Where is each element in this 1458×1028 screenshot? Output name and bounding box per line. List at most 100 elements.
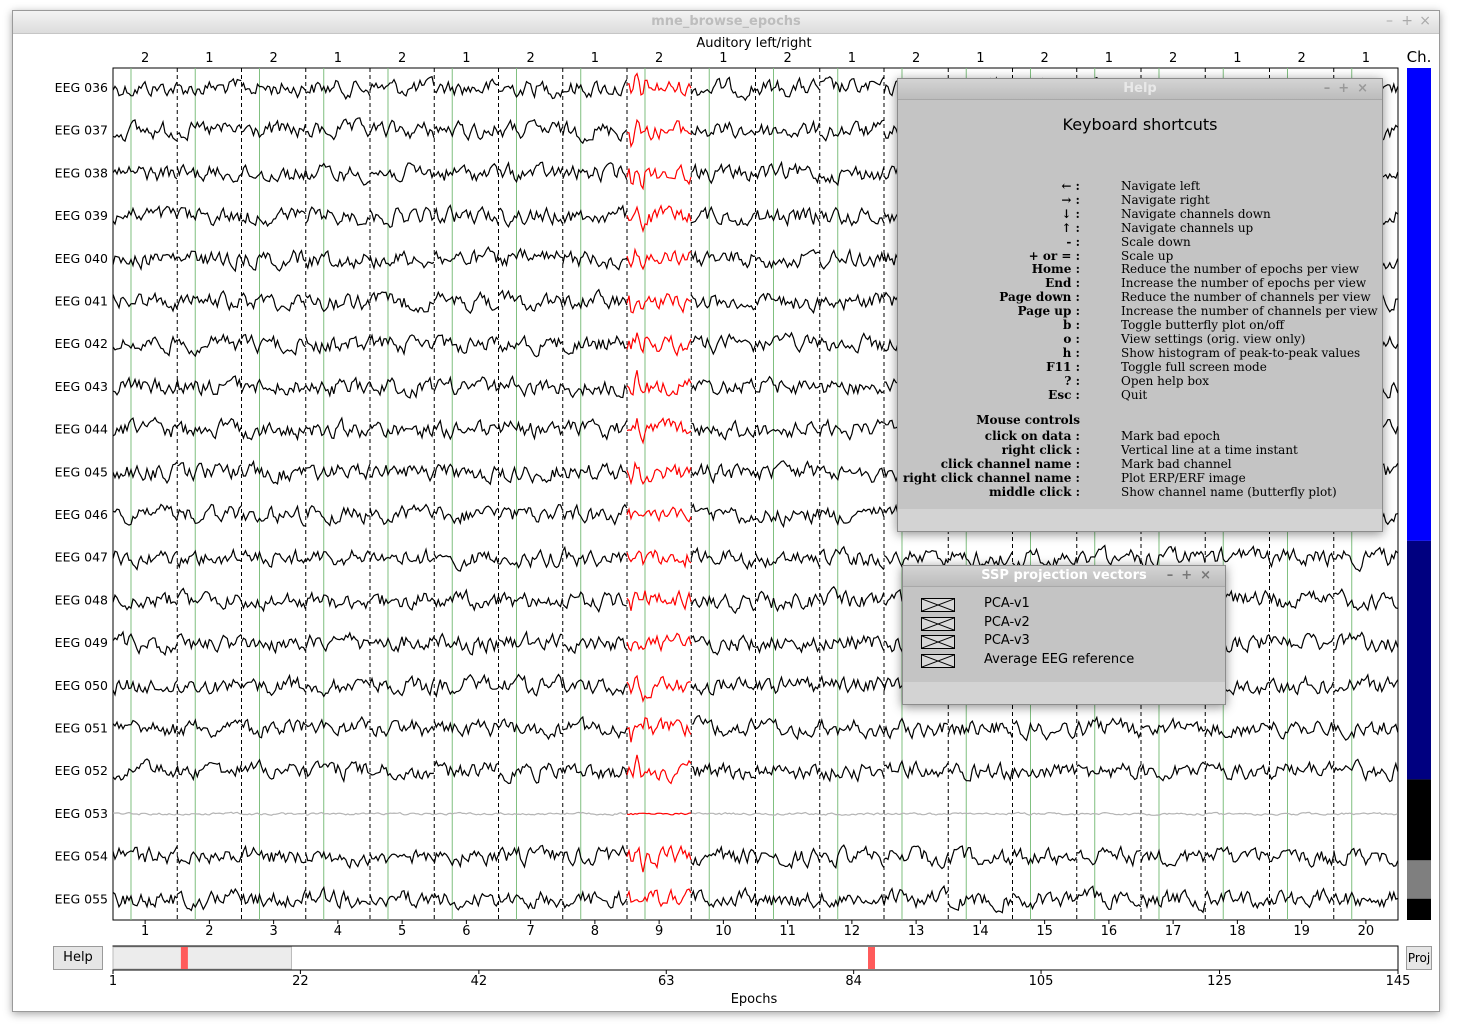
channel-bar-label: Ch.	[1407, 48, 1432, 66]
epoch-number: 2	[205, 924, 213, 939]
ssp-item[interactable]: Average EEG reference	[903, 652, 1225, 670]
channel-name[interactable]: EEG 043	[55, 379, 108, 394]
shortcut-description: Plot ERP/ERF image	[1121, 470, 1246, 485]
epoch-number: 16	[1101, 924, 1118, 939]
epoch-event-id: 2	[912, 51, 920, 66]
epoch-axis-ticks: 1 22 42 63 84 105 125 145	[109, 970, 1410, 989]
epoch-number: 14	[972, 924, 989, 939]
shortcut-key: o :	[1063, 331, 1080, 346]
channel-name[interactable]: EEG 050	[55, 678, 108, 693]
channel-name[interactable]: EEG 045	[55, 464, 108, 479]
epoch-scrollbar-track[interactable]	[112, 945, 1399, 971]
shortcut-description: Reduce the number of epochs per view	[1121, 262, 1360, 277]
ssp-checkbox[interactable]	[921, 654, 955, 669]
shortcut-key: Mouse controls	[976, 413, 1080, 427]
proj-button[interactable]: Proj	[1406, 946, 1432, 970]
help-dialog-title: Help	[1123, 81, 1157, 96]
channel-bar-segment[interactable]	[1407, 540, 1431, 780]
channel-name[interactable]: EEG 047	[55, 550, 108, 565]
ssp-checkbox[interactable]	[921, 635, 955, 650]
channel-name[interactable]: EEG 053	[55, 806, 108, 821]
epoch-number: 13	[908, 924, 925, 939]
shortcut-description: Quit	[1121, 387, 1148, 402]
shortcut-key: right click :	[1001, 442, 1080, 457]
shortcut-row: + or = : Scale up	[898, 249, 1382, 263]
shortcut-row: Mouse controls	[898, 413, 1382, 427]
shortcut-description: Vertical line at a time instant	[1121, 442, 1298, 457]
channel-bar-segment[interactable]	[1407, 898, 1431, 920]
ssp-dialog-titlebar[interactable]: SSP projection vectors –+×	[903, 566, 1225, 587]
channel-name[interactable]: EEG 055	[55, 891, 108, 906]
channel-name[interactable]: EEG 042	[55, 336, 108, 351]
ssp-label: Average EEG reference	[984, 652, 1135, 668]
epoch-event-id: 1	[976, 51, 984, 66]
ssp-checkbox[interactable]	[921, 616, 955, 631]
shortcut-description: View settings (orig. view only)	[1121, 331, 1306, 346]
channel-name[interactable]: EEG 049	[55, 635, 108, 650]
ssp-label: PCA-v2	[984, 614, 1030, 630]
shortcut-row: F11 : Toggle full screen mode	[898, 360, 1382, 374]
channel-name[interactable]: EEG 037	[55, 123, 108, 138]
channel-name[interactable]: EEG 040	[55, 251, 108, 266]
channel-name[interactable]: EEG 039	[55, 208, 108, 223]
channel-bar-segment[interactable]	[1407, 779, 1431, 861]
epoch-number: 10	[715, 924, 732, 939]
epoch-event-id: 1	[334, 51, 342, 66]
epoch-event-id: 1	[205, 51, 213, 66]
epoch-event-id: 2	[783, 51, 791, 66]
help-button[interactable]: Help	[53, 946, 103, 970]
epoch-event-id: 1	[848, 51, 856, 66]
channel-name[interactable]: EEG 038	[55, 165, 108, 180]
epoch-event-id: 1	[1105, 51, 1113, 66]
shortcut-row: Esc : Quit	[898, 388, 1382, 402]
help-dialog-window-buttons[interactable]: –+×	[1324, 79, 1376, 99]
channel-name[interactable]: EEG 051	[55, 721, 108, 736]
shortcut-description: Mark bad channel	[1121, 456, 1232, 471]
help-heading: Keyboard shortcuts	[1062, 115, 1218, 134]
ssp-checkbox[interactable]	[921, 598, 955, 612]
ssp-item[interactable]: PCA-v3	[903, 633, 1225, 651]
shortcut-description: Increase the number of epochs per view	[1121, 276, 1367, 291]
epoch-number: 9	[655, 924, 663, 939]
channel-scrollbar[interactable]	[1407, 68, 1431, 920]
ssp-dialog-window-buttons[interactable]: –+×	[1167, 566, 1219, 586]
shortcut-row: Page up : Increase the number of channels…	[898, 304, 1382, 318]
epoch-event-id: 2	[269, 51, 277, 66]
shortcut-row: End : Increase the number of epochs per v…	[898, 276, 1382, 290]
epoch-axis-tick-label: 22	[292, 974, 309, 989]
shortcut-key: click channel name :	[940, 456, 1080, 471]
epoch-view-window[interactable]	[112, 946, 292, 970]
epoch-event-id: 1	[462, 51, 470, 66]
channel-name[interactable]: EEG 036	[55, 80, 108, 95]
epoch-number: 12	[844, 924, 861, 939]
ssp-item[interactable]: PCA-v1	[903, 596, 1225, 614]
help-dialog-titlebar[interactable]: Help –+×	[898, 79, 1382, 100]
shortcut-key: + or = :	[1028, 248, 1080, 263]
channel-name[interactable]: EEG 046	[55, 507, 108, 522]
shortcut-description: Navigate channels down	[1121, 206, 1271, 221]
channel-name[interactable]: EEG 041	[55, 294, 108, 309]
shortcut-description: Show histogram of peak-to-peak values	[1121, 345, 1361, 360]
epoch-axis-tick-label: 42	[471, 974, 488, 989]
epoch-axis-tick-label: 125	[1207, 974, 1232, 989]
help-dialog: Help –+× Keyboard shortcuts ← : Navigate …	[897, 78, 1383, 532]
help-dialog-footer	[898, 509, 1382, 531]
channel-bar-segment[interactable]	[1407, 68, 1431, 541]
epoch-number: 19	[1293, 924, 1310, 939]
shortcut-row: Home : Reduce the number of epochs per vi…	[898, 262, 1382, 276]
epoch-event-id: 2	[1040, 51, 1048, 66]
channel-name[interactable]: EEG 044	[55, 422, 108, 437]
epoch-scrollbar[interactable]	[112, 945, 1399, 971]
ssp-item[interactable]: PCA-v2	[903, 615, 1225, 633]
channel-name[interactable]: EEG 052	[55, 763, 108, 778]
shortcut-key: ? :	[1064, 373, 1080, 388]
channel-name[interactable]: EEG 054	[55, 849, 108, 864]
epoch-event-id: 2	[1297, 51, 1305, 66]
channel-name[interactable]: EEG 048	[55, 592, 108, 607]
shortcut-key: ↓ :	[1061, 206, 1080, 221]
epoch-number: 20	[1358, 924, 1375, 939]
shortcut-description: Show channel name (butterfly plot)	[1121, 484, 1337, 499]
channel-bar-segment[interactable]	[1407, 860, 1431, 899]
shortcut-row: Page down : Reduce the number of channels…	[898, 290, 1382, 304]
shortcut-row: ↓ : Navigate channels down	[898, 207, 1382, 221]
